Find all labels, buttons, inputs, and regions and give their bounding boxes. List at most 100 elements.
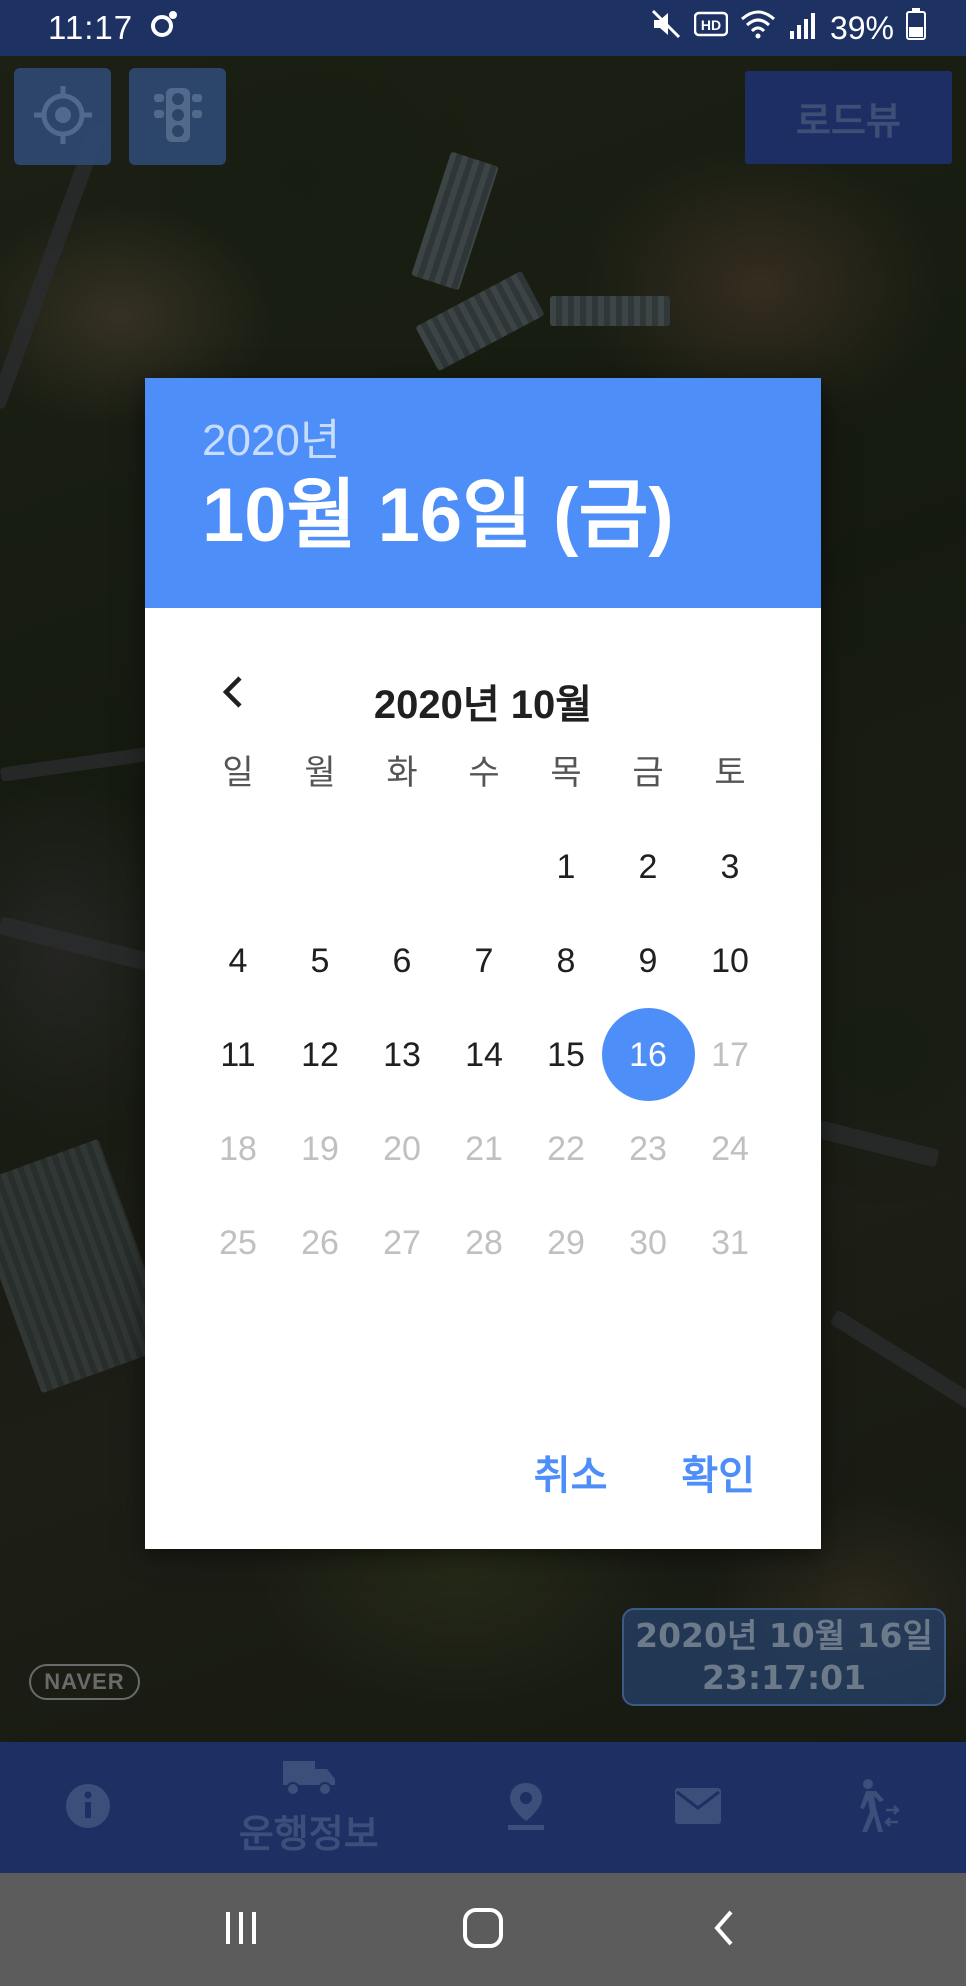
calendar-grid: 1 2 3 4 5 6 7 8 9 10 11 12 13 14 15 16 17 18 19 20 21 22 23 24 2… <box>145 820 821 1290</box>
calendar-week-row: 4 5 6 7 8 9 10 <box>197 914 821 1008</box>
weekday-label: 토 <box>714 753 746 793</box>
weekday-label: 월 <box>304 753 336 793</box>
day-label: 26 <box>301 1223 339 1262</box>
calendar-day-disabled: 30 <box>607 1196 689 1290</box>
calendar-day-selected[interactable]: 16 <box>602 1008 695 1102</box>
calendar-day-disabled: 25 <box>197 1196 279 1290</box>
calendar-day-disabled: 19 <box>279 1102 361 1196</box>
notification-icon <box>149 9 179 47</box>
nav-item-location[interactable] <box>506 1781 546 1835</box>
day-label: 1 <box>556 847 576 886</box>
timestamp-time: 23:17:01 <box>701 1658 867 1697</box>
clock: 11:17 <box>48 9 134 46</box>
day-label: 16 <box>629 1035 667 1074</box>
day-label: 5 <box>310 941 330 980</box>
calendar-day[interactable]: 4 <box>197 914 279 1008</box>
weekday-label: 화 <box>386 753 418 793</box>
date-picker-dialog: 2020년 10월 16일 (금) 2020년 10월 일 월 화 수 목 금 … <box>145 378 821 1549</box>
day-label: 21 <box>465 1129 503 1168</box>
mute-icon <box>650 8 682 48</box>
ok-button[interactable]: 확인 <box>681 1443 755 1501</box>
calendar-day[interactable]: 15 <box>525 1008 607 1102</box>
weekday-label: 일 <box>222 753 254 793</box>
calendar-day-disabled: 18 <box>197 1102 279 1196</box>
calendar-day[interactable]: 9 <box>607 914 689 1008</box>
calendar-day[interactable]: 1 <box>525 820 607 914</box>
calendar-day[interactable]: 14 <box>443 1008 525 1102</box>
day-label: 27 <box>383 1223 421 1262</box>
calendar-day-disabled: 21 <box>443 1102 525 1196</box>
selected-year[interactable]: 2020년 <box>202 416 821 466</box>
recent-apps-icon[interactable] <box>221 1908 261 1952</box>
day-label: 20 <box>383 1129 421 1168</box>
nav-label-driving-info: 운행정보 <box>238 1812 379 1856</box>
day-label: 9 <box>638 941 658 980</box>
calendar-empty-cell <box>279 820 361 914</box>
day-label: 18 <box>219 1129 257 1168</box>
month-navigation: 2020년 10월 <box>145 650 821 742</box>
calendar-day[interactable]: 12 <box>279 1008 361 1102</box>
day-label: 2 <box>638 847 658 886</box>
calendar-empty-cell <box>443 820 525 914</box>
calendar-day[interactable]: 7 <box>443 914 525 1008</box>
svg-text:HD: HD <box>701 17 721 33</box>
cancel-button[interactable]: 취소 <box>534 1443 608 1501</box>
crosshair-icon <box>32 84 94 150</box>
calendar-day[interactable]: 3 <box>689 820 771 914</box>
calendar-day[interactable]: 6 <box>361 914 443 1008</box>
day-label: 11 <box>220 1035 256 1074</box>
day-label: 28 <box>465 1223 503 1262</box>
traffic-button[interactable] <box>129 68 226 165</box>
calendar-day-disabled: 27 <box>361 1196 443 1290</box>
calendar-day[interactable]: 11 <box>197 1008 279 1102</box>
mail-icon <box>673 1786 723 1830</box>
day-label: 8 <box>556 941 576 980</box>
battery-percent: 39% <box>829 9 894 46</box>
timestamp-display: 2020년 10월 16일 23:17:01 <box>622 1608 946 1706</box>
nav-item-walk[interactable] <box>850 1778 902 1838</box>
nav-item-driving-info[interactable]: 운행정보 <box>239 1757 379 1858</box>
calendar-day[interactable]: 2 <box>607 820 689 914</box>
my-location-button[interactable] <box>14 68 111 165</box>
home-icon[interactable] <box>462 1907 504 1953</box>
selected-date[interactable]: 10월 16일 (금) <box>202 468 821 564</box>
calendar-week-row: 18 19 20 21 22 23 24 <box>197 1102 821 1196</box>
calendar-day[interactable]: 8 <box>525 914 607 1008</box>
calendar-week-row: 11 12 13 14 15 16 17 <box>197 1008 821 1102</box>
battery-icon <box>906 8 926 48</box>
back-icon[interactable] <box>705 1908 745 1952</box>
day-label: 22 <box>547 1129 585 1168</box>
calendar-day-disabled: 22 <box>525 1102 607 1196</box>
calendar-day-disabled: 23 <box>607 1102 689 1196</box>
day-label: 23 <box>629 1129 667 1168</box>
calendar-day-disabled: 28 <box>443 1196 525 1290</box>
month-title: 2020년 10월 <box>373 683 593 727</box>
day-label: 13 <box>383 1035 421 1074</box>
day-label: 10 <box>711 941 749 980</box>
roadview-button[interactable]: 로드뷰 <box>745 71 952 164</box>
day-label: 6 <box>392 941 412 980</box>
calendar-day[interactable]: 5 <box>279 914 361 1008</box>
calendar-day[interactable]: 10 <box>689 914 771 1008</box>
day-label: 7 <box>474 941 494 980</box>
info-icon <box>64 1782 112 1834</box>
nav-item-info[interactable] <box>64 1782 112 1834</box>
dialog-actions: 취소 확인 <box>534 1443 755 1501</box>
naver-logo: NAVER <box>29 1664 140 1700</box>
day-label: 12 <box>301 1035 339 1074</box>
weekday-label: 금 <box>632 753 664 793</box>
day-label: 30 <box>629 1223 667 1262</box>
calendar-week-row: 1 2 3 <box>197 820 821 914</box>
day-label: 15 <box>547 1035 585 1074</box>
signal-icon <box>788 10 818 47</box>
calendar-day-disabled: 20 <box>361 1102 443 1196</box>
wifi-icon <box>740 9 776 47</box>
bottom-navigation: 운행정보 <box>0 1742 966 1873</box>
status-bar: 11:17 HD 39% <box>0 0 966 56</box>
day-label: 25 <box>219 1223 257 1262</box>
calendar-day[interactable]: 13 <box>361 1008 443 1102</box>
nav-item-mail[interactable] <box>673 1786 723 1830</box>
weekday-label: 목 <box>550 753 582 793</box>
weekday-label: 수 <box>468 753 500 793</box>
calendar-day-disabled: 24 <box>689 1102 771 1196</box>
